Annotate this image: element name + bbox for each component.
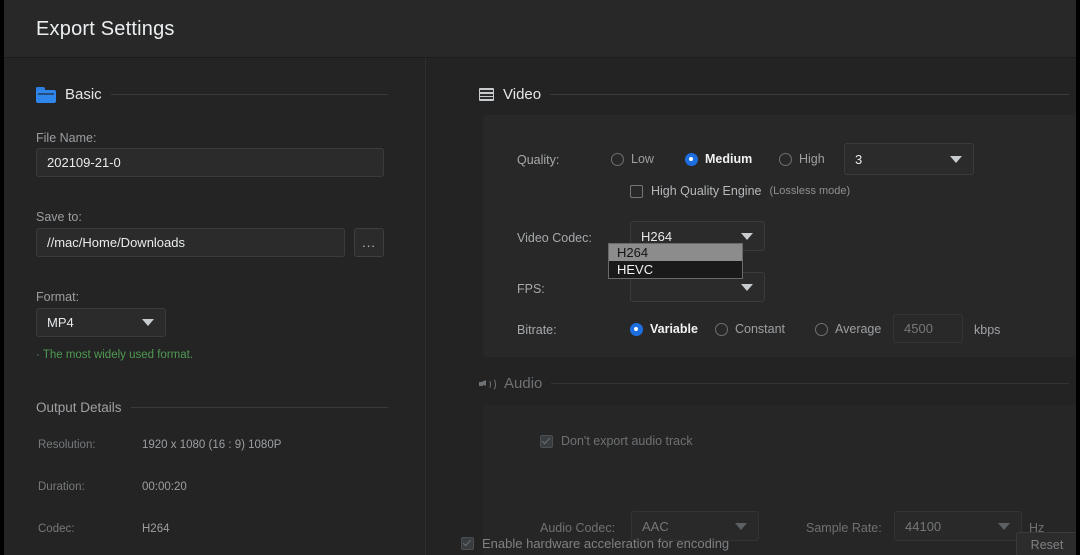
no-audio-track-label: Don't export audio track: [561, 434, 693, 448]
checkbox-box-icon: [461, 537, 474, 550]
radio-dot-icon: [630, 322, 643, 336]
video-bitrate-label: Bitrate:: [517, 323, 557, 337]
page-title: Export Settings: [36, 18, 175, 40]
basic-section-header: Basic: [36, 86, 388, 103]
bitrate-radio-average-label: Average: [835, 322, 882, 336]
speaker-icon: [479, 377, 496, 391]
chevron-down-icon: [950, 155, 962, 163]
chevron-down-icon: [735, 522, 747, 530]
hardware-acceleration-checkbox[interactable]: Enable hardware acceleration for encodin…: [461, 536, 729, 551]
audio-codec-value: AAC: [642, 518, 669, 534]
video-codec-value: H264: [641, 228, 673, 244]
bitrate-radio-constant-label: Constant: [735, 322, 786, 336]
checkbox-box-icon: [630, 184, 643, 198]
film-strip-icon: [479, 88, 494, 101]
radio-dot-icon: [685, 152, 698, 166]
sample-rate-value: 44100: [905, 518, 942, 534]
video-section-title: Video: [503, 86, 542, 103]
save-to-input[interactable]: [36, 228, 345, 257]
radio-dot-icon: [779, 152, 792, 166]
format-label: Format:: [36, 290, 80, 304]
video-bitrate-value: 4500: [904, 321, 933, 336]
folder-icon: [36, 86, 56, 103]
checkbox-box-icon: [540, 434, 553, 448]
video-audio-panel: Video Quality: Low Medium High 3 High Qu…: [425, 58, 1076, 555]
save-to-label: Save to:: [36, 210, 82, 224]
detail-value-codec: H264: [142, 523, 170, 535]
bitrate-radio-variable-label: Variable: [650, 322, 698, 336]
reset-button[interactable]: Reset: [1016, 532, 1076, 555]
browse-folder-button[interactable]: ...: [354, 228, 384, 257]
quality-level-select[interactable]: 3: [844, 143, 974, 175]
format-select-value: MP4: [47, 315, 74, 330]
export-settings-window: Export Settings Basic File Name: Save to…: [0, 0, 1080, 555]
audio-section-title: Audio: [504, 375, 543, 392]
quality-radio-high-label: High: [799, 152, 825, 166]
detail-label-duration: Duration:: [38, 481, 85, 493]
radio-dot-icon: [715, 322, 728, 336]
sample-rate-select[interactable]: 44100: [894, 511, 1022, 541]
title-bar: Export Settings: [4, 0, 1076, 58]
detail-value-resolution: 1920 x 1080 (16 : 9) 1080P: [142, 439, 282, 451]
high-quality-engine-checkbox[interactable]: High Quality Engine (Lossless mode): [630, 184, 850, 198]
section-divider: [130, 407, 388, 408]
audio-codec-label: Audio Codec:: [540, 521, 616, 535]
chevron-down-icon: [741, 283, 753, 291]
video-bitrate-unit: kbps: [974, 323, 1001, 337]
quality-label: Quality:: [517, 153, 560, 167]
sample-rate-label: Sample Rate:: [806, 521, 882, 535]
chevron-down-icon: [998, 522, 1010, 530]
section-divider: [110, 94, 388, 95]
no-audio-track-checkbox[interactable]: Don't export audio track: [540, 434, 693, 448]
chevron-down-icon: [142, 319, 154, 326]
bitrate-radio-variable[interactable]: Variable: [630, 322, 698, 336]
quality-radio-low[interactable]: Low: [611, 152, 654, 166]
audio-section-header: Audio: [479, 375, 1069, 392]
output-details-title: Output Details: [36, 400, 122, 415]
video-codec-option-h264[interactable]: H264: [609, 244, 742, 261]
hardware-acceleration-label: Enable hardware acceleration for encodin…: [482, 536, 730, 551]
quality-radio-medium-label: Medium: [705, 152, 753, 166]
chevron-down-icon: [741, 232, 753, 240]
format-hint-text: · The most widely used format.: [36, 349, 194, 361]
audio-settings-card: Don't export audio track Audio Codec: AA…: [483, 405, 1076, 555]
video-codec-option-hevc[interactable]: HEVC: [609, 261, 742, 278]
section-divider: [550, 94, 1069, 95]
quality-level-value: 3: [855, 151, 863, 167]
video-bitrate-input[interactable]: 4500: [893, 314, 963, 343]
radio-dot-icon: [611, 152, 624, 166]
basic-section-title: Basic: [65, 86, 102, 103]
file-name-input[interactable]: [36, 148, 384, 177]
section-divider: [551, 383, 1069, 384]
video-codec-dropdown-list[interactable]: H264 HEVC: [608, 243, 743, 279]
file-name-label: File Name:: [36, 131, 97, 145]
basic-settings-panel: Basic File Name: Save to: ... Format: MP…: [4, 58, 424, 555]
output-details-header: Output Details: [36, 400, 388, 415]
radio-dot-icon: [815, 322, 828, 336]
format-select[interactable]: MP4: [36, 308, 166, 337]
high-quality-engine-sublabel: (Lossless mode): [769, 185, 851, 197]
high-quality-engine-label: High Quality Engine: [651, 184, 762, 198]
quality-radio-medium[interactable]: Medium: [685, 152, 752, 166]
video-settings-card: Quality: Low Medium High 3 High Quality …: [483, 115, 1076, 357]
detail-label-codec: Codec:: [38, 523, 75, 535]
video-codec-label: Video Codec:: [517, 231, 592, 245]
quality-radio-low-label: Low: [631, 152, 654, 166]
detail-value-duration: 00:00:20: [142, 481, 187, 493]
quality-radio-high[interactable]: High: [779, 152, 825, 166]
bitrate-radio-average[interactable]: Average: [815, 322, 881, 336]
video-section-header: Video: [479, 86, 1069, 103]
detail-label-resolution: Resolution:: [38, 439, 96, 451]
fps-label: FPS:: [517, 282, 545, 296]
bitrate-radio-constant[interactable]: Constant: [715, 322, 785, 336]
